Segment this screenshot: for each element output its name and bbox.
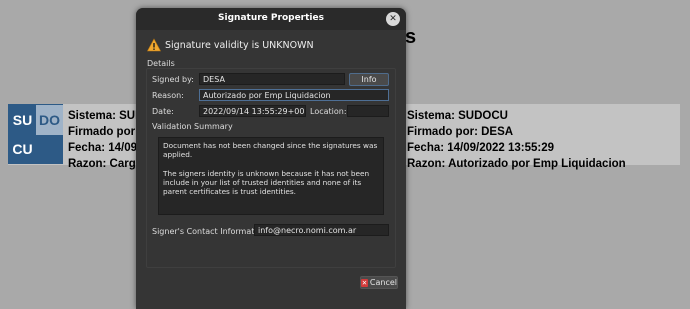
sudocu-logo: SU DO CU bbox=[8, 104, 63, 164]
validation-summary-box[interactable]: Document has not been changed since the … bbox=[158, 137, 384, 215]
contact-label: Signer's Contact Information: bbox=[152, 227, 270, 236]
signed-by-field[interactable]: DESA bbox=[199, 73, 345, 85]
location-label: Location: bbox=[310, 107, 347, 116]
cancel-button[interactable]: ✕ Cancel bbox=[360, 276, 398, 289]
date-field[interactable]: 2022/09/14 13:55:29+00'00' bbox=[199, 105, 306, 117]
date-label: Date: bbox=[152, 107, 174, 116]
sig-line: Razon: Autorizado por Emp Liquidacion bbox=[407, 158, 626, 170]
logo-letters: DO bbox=[36, 105, 63, 135]
sig-line: Sistema: SUDOCU bbox=[407, 110, 508, 122]
logo-letters bbox=[36, 134, 63, 164]
close-icon[interactable]: ✕ bbox=[386, 12, 400, 26]
summary-identity-text: The signers identity is unknown because … bbox=[163, 168, 370, 197]
validation-summary-label: Validation Summary bbox=[152, 122, 233, 131]
cancel-label: Cancel bbox=[369, 278, 397, 287]
status-row: Signature validity is UNKNOWN bbox=[147, 38, 314, 52]
sig-line: Fecha: 14/09/2022 13:55:29 bbox=[407, 142, 555, 154]
dialog-title: Signature Properties bbox=[218, 13, 324, 23]
logo-letters: SU bbox=[12, 112, 33, 128]
document-title: s bbox=[405, 26, 417, 48]
reason-label: Reason: bbox=[152, 91, 184, 100]
sig-line: Firmado por: DESA bbox=[407, 126, 514, 138]
cancel-icon: ✕ bbox=[361, 278, 368, 287]
contact-field[interactable]: info@necro.nomi.com.ar bbox=[254, 224, 389, 236]
reason-field[interactable]: Autorizado por Emp Liquidacion bbox=[199, 89, 389, 101]
signature-status: Signature validity is UNKNOWN bbox=[165, 39, 314, 51]
summary-integrity-text: Document has not been changed since the … bbox=[163, 141, 378, 160]
location-field[interactable] bbox=[347, 105, 389, 117]
logo-letters: CU bbox=[12, 141, 33, 157]
signed-by-label: Signed by: bbox=[152, 75, 194, 84]
warning-icon bbox=[147, 38, 161, 52]
dialog-titlebar[interactable]: Signature Properties ✕ bbox=[136, 8, 406, 30]
details-label: Details bbox=[147, 59, 175, 68]
signature-text-right: Sistema: SUDOCU Firmado por: DESA Fecha:… bbox=[407, 108, 626, 172]
info-button[interactable]: Info bbox=[349, 73, 389, 86]
